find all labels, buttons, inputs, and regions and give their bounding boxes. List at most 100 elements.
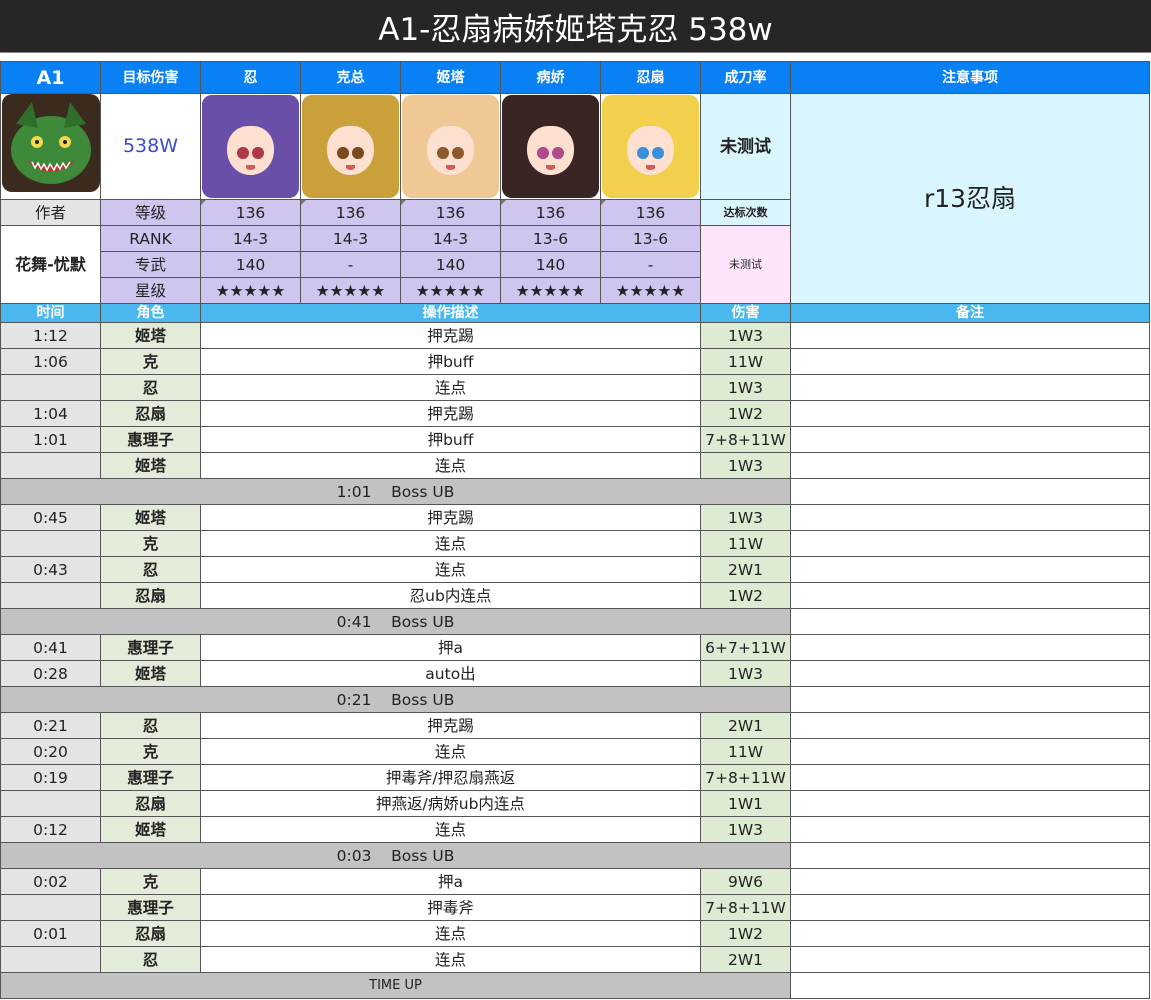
desc-cell: 押buff bbox=[200, 426, 701, 453]
damage-cell: 2W1 bbox=[700, 946, 791, 973]
damage-cell: 1W2 bbox=[700, 920, 791, 947]
role-cell: 姬塔 bbox=[100, 504, 201, 531]
time-cell: 0:41 bbox=[0, 634, 101, 661]
role-header: 角色 bbox=[100, 303, 201, 323]
role-cell: 克 bbox=[100, 738, 201, 765]
action-row: 0:12 姬塔 连点 1W3 bbox=[0, 816, 1150, 843]
desc-cell: 连点 bbox=[200, 920, 701, 947]
remark-cell bbox=[790, 322, 1150, 349]
portrait-char-4 bbox=[500, 93, 601, 200]
boss-ub-row: 0:41 Boss UB bbox=[0, 608, 1150, 635]
boss-dragon-icon bbox=[1, 94, 100, 192]
remark-cell bbox=[790, 946, 1150, 973]
boss-ub-label: 0:03 Boss UB bbox=[0, 842, 791, 869]
character-avatar bbox=[602, 95, 699, 198]
time-up-label: TIME UP bbox=[0, 972, 791, 999]
author-label: 作者 bbox=[0, 199, 101, 226]
remark-cell bbox=[790, 816, 1150, 843]
remark-cell bbox=[790, 972, 1150, 999]
damage-cell: 1W3 bbox=[700, 504, 791, 531]
char-header-3: 姬塔 bbox=[400, 61, 501, 94]
success-rate-header: 成刀率 bbox=[700, 61, 791, 94]
desc-cell: 押毒斧/押忍扇燕返 bbox=[200, 764, 701, 791]
desc-cell: 连点 bbox=[200, 816, 701, 843]
damage-cell: 1W2 bbox=[700, 582, 791, 609]
boss-ub-row: 1:01 Boss UB bbox=[0, 478, 1150, 505]
damage-cell: 1W3 bbox=[700, 452, 791, 479]
remark-cell bbox=[790, 868, 1150, 895]
desc-cell: 押克踢 bbox=[200, 504, 701, 531]
rank-char-4: 13-6 bbox=[500, 225, 601, 252]
action-row: 忍扇 忍ub内连点 1W2 bbox=[0, 582, 1150, 609]
remark-cell bbox=[790, 790, 1150, 817]
time-cell bbox=[0, 374, 101, 401]
time-cell bbox=[0, 530, 101, 557]
time-up-row: TIME UP bbox=[0, 972, 1150, 999]
level-char-2: 136 bbox=[300, 199, 401, 226]
role-cell: 忍 bbox=[100, 556, 201, 583]
level-char-3: 136 bbox=[400, 199, 501, 226]
time-cell: 0:12 bbox=[0, 816, 101, 843]
portrait-row: 538W 未测试 r13忍扇 bbox=[0, 93, 1150, 304]
role-cell: 惠理子 bbox=[100, 426, 201, 453]
notes-main: r13忍扇 bbox=[790, 93, 1150, 304]
remark-cell bbox=[790, 634, 1150, 661]
boss-ub-row: 0:21 Boss UB bbox=[0, 686, 1150, 713]
remark-cell bbox=[790, 530, 1150, 557]
portrait-char-5 bbox=[600, 93, 701, 200]
action-row: 0:21 忍押克踢 2W1 bbox=[0, 712, 1150, 739]
rank-char-2: 14-3 bbox=[300, 225, 401, 252]
remark-cell bbox=[790, 452, 1150, 479]
remark-cell bbox=[790, 582, 1150, 609]
desc-cell: 连点 bbox=[200, 530, 701, 557]
char-header-4: 病娇 bbox=[500, 61, 601, 94]
rank-char-5: 13-6 bbox=[600, 225, 701, 252]
ue-char-1: 140 bbox=[200, 251, 301, 278]
desc-header: 操作描述 bbox=[200, 303, 701, 323]
damage-cell: 11W bbox=[700, 738, 791, 765]
time-cell bbox=[0, 790, 101, 817]
remark-cell bbox=[790, 764, 1150, 791]
star-label: 星级 bbox=[100, 277, 201, 304]
role-cell: 惠理子 bbox=[100, 894, 201, 921]
damage-cell: 1W3 bbox=[700, 322, 791, 349]
role-cell: 克 bbox=[100, 530, 201, 557]
damage-cell: 7+8+11W bbox=[700, 894, 791, 921]
action-row: 1:04 忍扇 押克踢 1W2 bbox=[0, 400, 1150, 427]
role-cell: 克 bbox=[100, 868, 201, 895]
character-avatar bbox=[302, 95, 399, 198]
rank-label: RANK bbox=[100, 225, 201, 252]
boss-ub-label: 0:21 Boss UB bbox=[0, 686, 791, 713]
success-rate-value: 未测试 bbox=[700, 93, 791, 200]
damage-cell: 1W3 bbox=[700, 816, 791, 843]
role-cell: 姬塔 bbox=[100, 660, 201, 687]
time-cell: 0:21 bbox=[0, 712, 101, 739]
desc-cell: 连点 bbox=[200, 946, 701, 973]
role-cell: 忍扇 bbox=[100, 400, 201, 427]
character-avatar bbox=[202, 95, 299, 198]
timeline-header-row: 时间 角色 操作描述 伤害 备注 bbox=[0, 303, 1150, 323]
damage-cell: 6+7+11W bbox=[700, 634, 791, 661]
time-cell: 0:45 bbox=[0, 504, 101, 531]
action-row: 0:41 惠理子 押a 6+7+11W bbox=[0, 634, 1150, 661]
boss-ub-label: 1:01 Boss UB bbox=[0, 478, 791, 505]
portrait-char-2 bbox=[300, 93, 401, 200]
desc-cell: 忍ub内连点 bbox=[200, 582, 701, 609]
ue-char-5: - bbox=[600, 251, 701, 278]
boss-ub-label: 0:41 Boss UB bbox=[0, 608, 791, 635]
desc-cell: 押a bbox=[200, 634, 701, 661]
char-header-2: 克总 bbox=[300, 61, 401, 94]
role-cell: 忍 bbox=[100, 946, 201, 973]
time-header: 时间 bbox=[0, 303, 101, 323]
time-cell bbox=[0, 946, 101, 973]
action-row: 1:06 克押buff 11W bbox=[0, 348, 1150, 375]
desc-cell: auto出 bbox=[200, 660, 701, 687]
level-label: 等级 bbox=[100, 199, 201, 226]
action-row: 克连点 11W bbox=[0, 530, 1150, 557]
star-char-2: ★★★★★ bbox=[300, 277, 401, 304]
time-cell: 0:20 bbox=[0, 738, 101, 765]
action-row: 0:02 克押a 9W6 bbox=[0, 868, 1150, 895]
desc-cell: 押毒斧 bbox=[200, 894, 701, 921]
desc-cell: 押克踢 bbox=[200, 712, 701, 739]
remark-cell bbox=[790, 660, 1150, 687]
